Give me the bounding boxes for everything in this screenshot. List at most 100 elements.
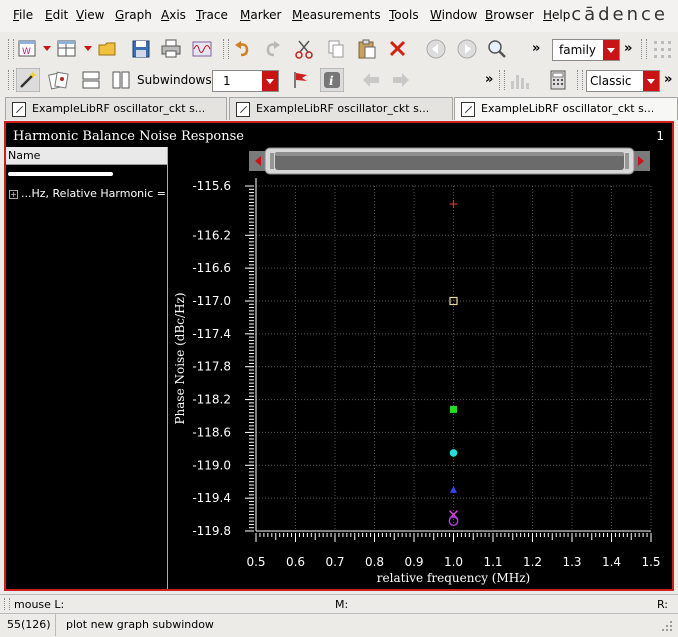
- x-tick-label: 1.2: [523, 555, 542, 569]
- zoom-icon[interactable]: [486, 38, 508, 60]
- graph-window[interactable]: 0.5 0.6 0.7 0.8 0.9 1.0 1.1 1.2 1.3 1.4 1.5 -115.6 -…: [4, 121, 674, 591]
- print-icon[interactable]: [160, 38, 182, 60]
- tab-1[interactable]: ExampleLibRF oscillator_ckt s...: [5, 97, 227, 120]
- subwindows-select[interactable]: 1: [212, 70, 279, 92]
- stack-vertical-icon[interactable]: [110, 69, 132, 91]
- chevron-down-icon[interactable]: [603, 40, 619, 60]
- x-tick-label: 0.8: [365, 555, 384, 569]
- move-right-icon[interactable]: [390, 69, 412, 91]
- legend-selection-bar[interactable]: [8, 172, 113, 176]
- menu-tools[interactable]: Tools: [389, 8, 419, 22]
- menu-marker[interactable]: Marker: [240, 8, 281, 22]
- toolbar-grip[interactable]: [8, 70, 14, 90]
- undo-icon[interactable]: [232, 38, 254, 60]
- subwindows-label: Subwindows:: [137, 73, 216, 87]
- family-select[interactable]: family: [552, 39, 620, 61]
- x-tick-label: 1.0: [444, 555, 463, 569]
- legend-row[interactable]: + ...Hz, Relative Harmonic =: [9, 187, 166, 200]
- y-tick-label: -116.2: [192, 228, 231, 242]
- status-grip: [4, 598, 10, 610]
- cards-icon[interactable]: [48, 69, 70, 91]
- mouse-middle-status: M:: [335, 598, 349, 611]
- cut-icon[interactable]: [293, 38, 315, 60]
- tab-label: ExampleLibRF oscillator_ckt s...: [481, 102, 655, 115]
- legend-header-label: Name: [8, 149, 41, 162]
- menu-view[interactable]: View: [76, 8, 104, 22]
- toolbar-grip[interactable]: [577, 70, 583, 90]
- chevron-down-icon[interactable]: [643, 71, 659, 91]
- open-folder-icon[interactable]: [97, 38, 119, 60]
- delete-icon[interactable]: [387, 38, 409, 60]
- menu-axis[interactable]: Axis: [161, 8, 186, 22]
- tab-2[interactable]: ExampleLibRF oscillator_ckt s...: [229, 97, 453, 120]
- move-left-icon[interactable]: [360, 69, 382, 91]
- toolbar-grip[interactable]: [641, 39, 647, 59]
- y-tick-label: -117.4: [192, 327, 231, 341]
- save-icon[interactable]: [130, 38, 152, 60]
- menu-browser[interactable]: Browser: [485, 8, 534, 22]
- data-point-circle-open: [448, 516, 459, 527]
- data-point-triangle: [450, 485, 457, 493]
- x-tick-label: 0.6: [286, 555, 305, 569]
- y-tick-label: -119.0: [192, 458, 231, 472]
- x-tick-label: 0.7: [325, 555, 344, 569]
- info-icon[interactable]: i: [319, 67, 345, 93]
- menu-help[interactable]: Help: [543, 8, 570, 22]
- dropdown-arrow-icon[interactable]: [84, 46, 92, 52]
- overflow-chevron-icon[interactable]: »: [664, 72, 672, 87]
- menu-graph[interactable]: Graph: [115, 8, 152, 22]
- paste-icon[interactable]: [356, 38, 378, 60]
- tab-3[interactable]: ExampleLibRF oscillator_ckt s...: [454, 97, 678, 120]
- dropdown-arrow-icon[interactable]: [43, 46, 51, 52]
- menu-trace[interactable]: Trace: [196, 8, 228, 22]
- toolbar-grip[interactable]: [8, 39, 14, 59]
- y-tick-label: -119.8: [192, 524, 231, 538]
- magic-wand-icon[interactable]: [15, 67, 41, 93]
- menu-file[interactable]: File: [13, 8, 33, 22]
- copy-icon[interactable]: [325, 38, 347, 60]
- forward-icon[interactable]: [456, 38, 478, 60]
- back-icon[interactable]: [425, 38, 447, 60]
- style-select[interactable]: Classic: [586, 70, 660, 92]
- menu-window[interactable]: Window: [430, 8, 477, 22]
- subwindows-select-value: 1: [223, 74, 231, 88]
- toolbar-secondary: Subwindows: 1 i » Classic »: [0, 65, 678, 95]
- resize-grip-icon[interactable]: [662, 621, 674, 633]
- overflow-chevron-icon[interactable]: »: [485, 72, 493, 87]
- calculator-icon[interactable]: [547, 69, 569, 91]
- stack-horizontal-icon[interactable]: [80, 69, 102, 91]
- toolbar-grip[interactable]: [499, 70, 505, 90]
- chevron-down-icon[interactable]: [262, 71, 278, 91]
- mouse-status-bar: mouse L: M: R:: [0, 594, 678, 613]
- status-message: plot new graph subwindow: [66, 618, 214, 631]
- overflow-chevron-icon[interactable]: »: [624, 41, 632, 56]
- redo-icon[interactable]: [262, 38, 284, 60]
- new-subwindow-icon[interactable]: [56, 38, 78, 60]
- toolbar-separator: [223, 39, 229, 59]
- menu-measurements[interactable]: Measurements: [292, 8, 381, 22]
- legend-header[interactable]: Name: [6, 147, 167, 165]
- y-tick-label: -115.6: [192, 179, 231, 193]
- menu-edit[interactable]: Edit: [45, 8, 68, 22]
- data-point-circle: [449, 449, 458, 457]
- new-window-icon[interactable]: W: [17, 38, 39, 60]
- expand-icon[interactable]: +: [9, 190, 18, 199]
- flag-icon[interactable]: [290, 69, 312, 91]
- svg-text:W: W: [22, 47, 31, 57]
- grid-icon[interactable]: [652, 39, 674, 61]
- y-axis-label: Phase Noise (dBc/Hz): [173, 292, 187, 424]
- overflow-chevron-icon[interactable]: »: [532, 41, 540, 56]
- y-tick-label: -118.6: [192, 425, 231, 439]
- cadence-logo: cādence: [571, 4, 668, 25]
- waveform-icon[interactable]: [191, 38, 213, 60]
- style-select-value: Classic: [590, 74, 632, 88]
- document-icon: [12, 102, 26, 117]
- document-icon: [461, 102, 475, 117]
- x-tick-label: 1.4: [602, 555, 621, 569]
- mouse-left-status: mouse L:: [14, 598, 65, 611]
- menu-bar: File Edit View Graph Axis Trace Marker M…: [0, 0, 678, 32]
- bar-chart-icon[interactable]: [508, 69, 530, 91]
- data-point-square: [450, 405, 457, 413]
- x-zoom-scrollbar[interactable]: [249, 147, 650, 175]
- family-select-value: family: [559, 43, 597, 57]
